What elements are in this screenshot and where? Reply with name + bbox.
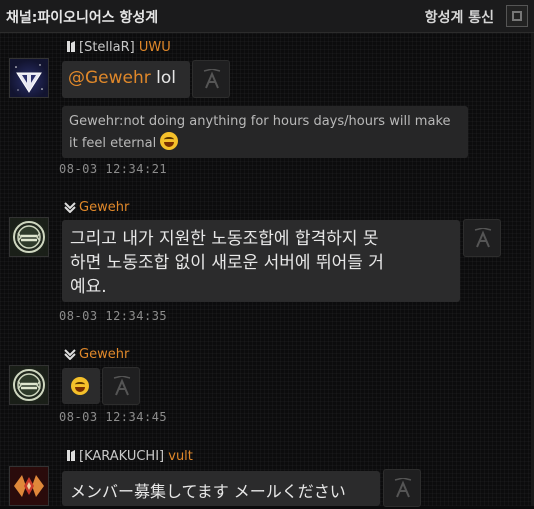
timestamp: 08-03 12:34:21 bbox=[59, 162, 168, 176]
message-text: メンバー募集してます メールください bbox=[70, 482, 346, 501]
timestamp: 08-03 12:34:45 bbox=[59, 410, 168, 424]
quoted-message[interactable]: Gewehr:not doing anything for hours days… bbox=[62, 106, 468, 158]
message-bubble[interactable]: @Gewehr lol bbox=[62, 61, 190, 98]
timestamp: 08-03 12:34:35 bbox=[59, 309, 168, 323]
username[interactable]: Gewehr bbox=[79, 200, 129, 215]
guild-tag: [StellaR] bbox=[79, 40, 135, 55]
message-header: Gewehr bbox=[64, 347, 129, 362]
quote-text: Gewehr:not doing anything for hours days… bbox=[69, 114, 451, 151]
guild-tag: [KARAKUCHI] bbox=[79, 449, 165, 464]
message-bubble[interactable]: 그리고 내가 지원한 노동조합에 합격하지 못 하면 노동조합 없이 새로운 서… bbox=[62, 220, 460, 302]
username[interactable]: UWU bbox=[139, 40, 171, 55]
down-arrow-rank-icon bbox=[64, 202, 76, 213]
message-text-line: 그리고 내가 지원한 노동조합에 합격하지 못 bbox=[70, 229, 379, 249]
laughing-emoji-icon bbox=[71, 377, 89, 395]
gewehr-emblem-icon bbox=[13, 221, 45, 253]
avatar[interactable] bbox=[9, 58, 49, 98]
message-bubble[interactable] bbox=[62, 368, 100, 404]
reaction-a-icon bbox=[203, 69, 221, 89]
reaction-button[interactable] bbox=[102, 367, 140, 405]
message-text-line: 예요. bbox=[70, 277, 107, 297]
channel-header: 채널:파이오니어스 항성계 항성계 통신 bbox=[0, 0, 534, 33]
expand-icon[interactable] bbox=[506, 5, 528, 27]
message-header: Gewehr bbox=[64, 200, 129, 215]
karakuchi-emblem-icon bbox=[14, 475, 44, 497]
mention[interactable]: @Gewehr bbox=[68, 68, 151, 88]
channel-title: 채널:파이오니어스 항성계 bbox=[6, 10, 159, 26]
stellar-emblem-icon bbox=[15, 64, 43, 93]
reaction-a-icon bbox=[474, 228, 492, 248]
laughing-emoji-icon bbox=[160, 132, 179, 150]
reaction-button[interactable] bbox=[192, 60, 230, 98]
message-header: [KARAKUCHI] vult bbox=[66, 449, 193, 464]
message-bubble[interactable]: メンバー募集してます メールください bbox=[62, 471, 380, 506]
channel-comm-label[interactable]: 항성계 통신 bbox=[425, 7, 494, 27]
reaction-a-icon bbox=[394, 478, 412, 498]
avatar[interactable] bbox=[9, 466, 49, 506]
avatar[interactable] bbox=[9, 217, 49, 257]
gewehr-emblem-icon bbox=[13, 369, 45, 401]
reaction-button[interactable] bbox=[463, 219, 501, 257]
message-text-line: 하면 노동조합 없이 새로운 서버에 뛰어들 거 bbox=[70, 253, 384, 273]
reaction-button[interactable] bbox=[383, 469, 421, 507]
knight-rank-icon bbox=[67, 450, 75, 461]
reaction-a-icon bbox=[113, 376, 131, 396]
knight-rank-icon bbox=[67, 41, 75, 52]
message-text: lol bbox=[156, 68, 177, 88]
avatar[interactable] bbox=[9, 365, 49, 405]
username[interactable]: Gewehr bbox=[79, 347, 129, 362]
username[interactable]: vult bbox=[168, 449, 193, 464]
down-arrow-rank-icon bbox=[64, 349, 76, 360]
message-header: [StellaR] UWU bbox=[66, 40, 171, 55]
